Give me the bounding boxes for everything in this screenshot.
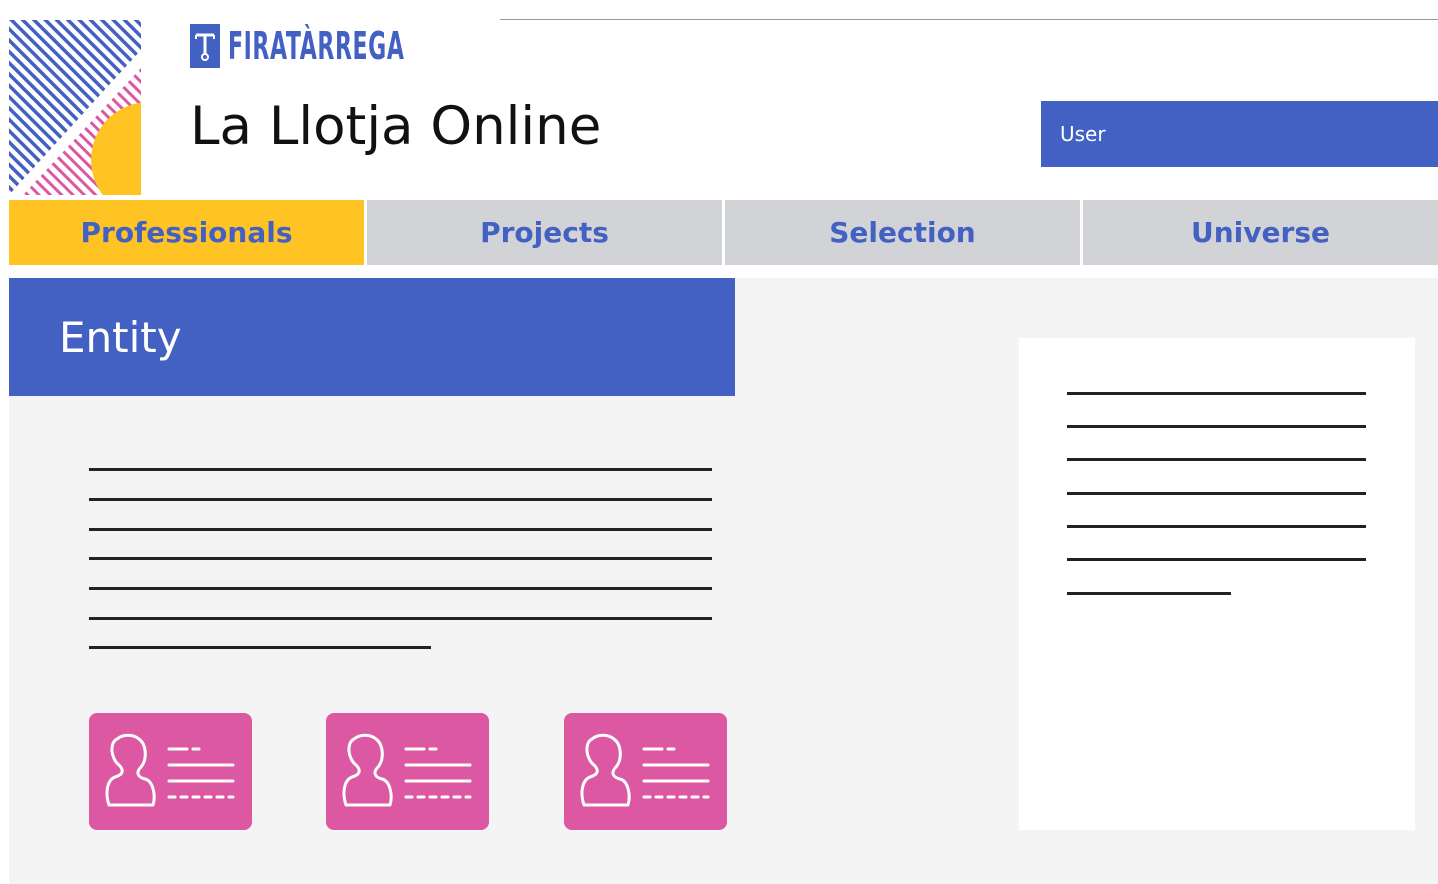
placeholder-line xyxy=(1067,458,1366,461)
placeholder-line xyxy=(89,557,712,560)
tab-projects[interactable]: Projects xyxy=(367,200,722,265)
placeholder-line xyxy=(1067,525,1366,528)
placeholder-line xyxy=(89,617,712,620)
placeholder-line xyxy=(1067,592,1231,595)
tab-professionals[interactable]: Professionals xyxy=(9,200,364,265)
main-tabs: Professionals Projects Selection Univers… xyxy=(9,200,1438,265)
side-panel xyxy=(1019,338,1415,830)
brand-logo[interactable]: FIRATÀRREGA xyxy=(190,24,532,68)
profile-card-icon xyxy=(105,733,235,807)
profile-card-icon xyxy=(580,733,710,807)
placeholder-line xyxy=(89,646,431,649)
placeholder-line xyxy=(1067,558,1366,561)
logo-wordmark: FIRATÀRREGA xyxy=(228,24,405,68)
header-divider xyxy=(500,19,1438,20)
tab-universe[interactable]: Universe xyxy=(1083,200,1438,265)
app-title: La Llotja Online xyxy=(190,96,602,157)
profile-card-icon xyxy=(342,733,472,807)
profile-card[interactable] xyxy=(564,713,727,830)
profile-card[interactable] xyxy=(89,713,252,830)
decorative-pattern xyxy=(9,20,141,195)
entity-title: Entity xyxy=(9,278,735,396)
user-menu-button[interactable]: User xyxy=(1041,101,1438,167)
placeholder-line xyxy=(89,468,712,471)
placeholder-line xyxy=(1067,492,1366,495)
placeholder-line xyxy=(89,587,712,590)
placeholder-line xyxy=(89,498,712,501)
main-content: Entity xyxy=(9,278,1438,884)
placeholder-line xyxy=(1067,392,1366,395)
placeholder-line xyxy=(1067,425,1366,428)
tab-selection[interactable]: Selection xyxy=(725,200,1080,265)
logo-mark-icon xyxy=(190,24,220,68)
profile-card[interactable] xyxy=(326,713,489,830)
placeholder-line xyxy=(89,528,712,531)
